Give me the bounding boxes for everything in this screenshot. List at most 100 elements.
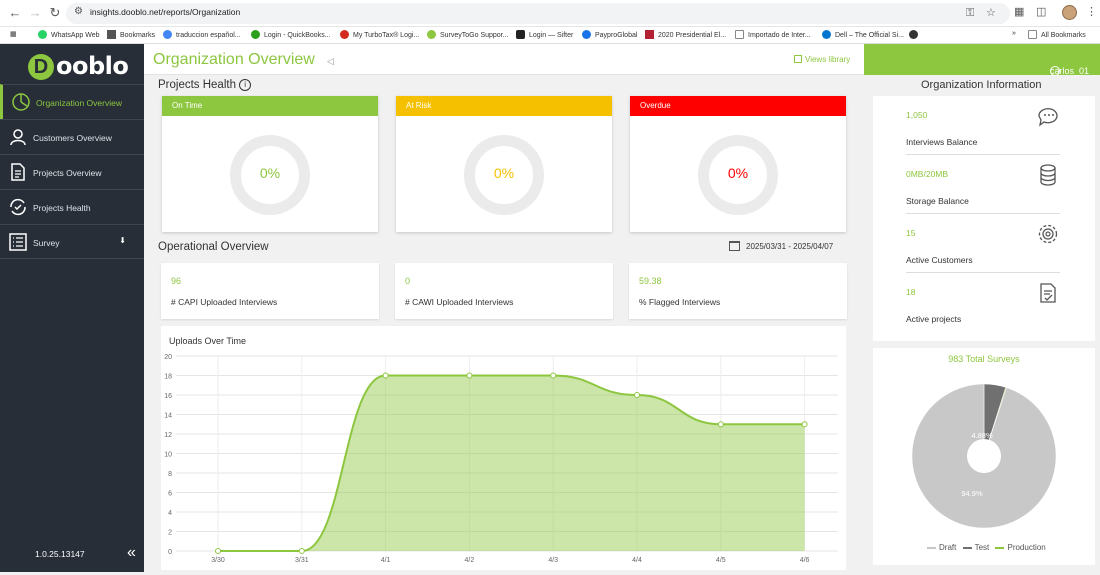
on-time-value: 0% (259, 165, 281, 181)
dooblo-logo[interactable]: D ooblo (28, 52, 129, 82)
sidebar-item-organization-overview[interactable]: Organization Overview (0, 84, 144, 119)
legend-item-draft[interactable]: Draft (923, 543, 956, 552)
bookmark-item[interactable]: SurveyToGo Suppor... (427, 30, 508, 39)
surveys-pie-card: 983 Total Surveys 4.88% 94.9% Draft Test … (873, 348, 1095, 565)
storage-balance-item: 0MB/20MB Storage Balance (906, 155, 1060, 214)
globe-icon (909, 30, 918, 39)
bookmark-item[interactable] (909, 30, 922, 39)
chart-title: Uploads Over Time (169, 336, 246, 346)
x-tick-label: 4/5 (716, 557, 726, 564)
card-header: Overdue (630, 96, 846, 116)
paypro-icon (582, 30, 591, 39)
org-info-card: 1,050 Interviews Balance 0MB/20MB Storag… (873, 96, 1095, 341)
logo-text: ooblo (56, 52, 129, 80)
turbotax-icon (340, 30, 349, 39)
x-tick-label: 4/4 (632, 557, 642, 564)
x-tick-label: 4/6 (800, 557, 810, 564)
sidebar-item-label: Customers Overview (33, 133, 112, 143)
bookmark-item[interactable]: PayproGlobal (582, 30, 637, 39)
all-bookmarks[interactable]: All Bookmarks (1028, 30, 1086, 39)
key-icon[interactable]: ⚿ (966, 7, 974, 20)
data-point[interactable] (801, 421, 808, 428)
collapse-sidebar-icon[interactable]: « (127, 544, 136, 562)
more-bookmarks-icon[interactable]: » (1012, 30, 1016, 37)
legend-swatch (927, 546, 936, 549)
bookmarks-bar: ▦ WhatsApp Web Bookmarks traduccion espa… (0, 27, 1100, 44)
bookmark-item[interactable]: My TurboTax® Logi... (340, 30, 419, 39)
stat-label: # CAWI Uploaded Interviews (405, 297, 514, 307)
page-title: Organization Overview (153, 51, 315, 68)
y-tick-label: 2 (168, 530, 172, 537)
bookmark-item[interactable]: WhatsApp Web (38, 30, 100, 39)
share-icon[interactable]: ◁ (327, 56, 334, 67)
views-library-link[interactable]: Views library (794, 55, 850, 64)
site-info-icon[interactable]: ⚙ (74, 6, 83, 17)
gear-icon (1038, 224, 1058, 244)
address-bar[interactable]: ⚙ insights.dooblo.net/reports/Organizati… (66, 3, 1010, 24)
y-tick-label: 8 (168, 471, 172, 478)
browser-toolbar: ← → ↻ ⚙ insights.dooblo.net/reports/Orga… (0, 0, 1100, 27)
stat-label: % Flagged Interviews (639, 297, 721, 307)
data-point[interactable] (466, 372, 473, 379)
date-range-text: 2025/03/31 - 2025/04/07 (746, 242, 834, 251)
back-icon[interactable]: ← (6, 4, 24, 22)
org-info-title: Organization Information (921, 79, 1042, 91)
legend-item-production[interactable]: Production (991, 543, 1046, 552)
bookmark-item[interactable]: Login — Sifter (516, 30, 573, 39)
operational-overview-title: Operational Overview (158, 241, 269, 253)
profile-avatar[interactable] (1062, 5, 1077, 20)
legend-item-test[interactable]: Test (959, 543, 989, 552)
extension-icon[interactable]: ▦ (1014, 5, 1024, 18)
url-text[interactable]: insights.dooblo.net/reports/Organization (90, 7, 240, 17)
data-point[interactable] (382, 372, 389, 379)
bookmark-item[interactable]: traduccion español... (163, 30, 241, 39)
quickbooks-icon (251, 30, 260, 39)
overdue-card: Overdue 0% (630, 96, 846, 232)
forward-icon[interactable]: → (26, 4, 44, 22)
pie-label-small: 4.88% (971, 431, 993, 440)
bookmark-item[interactable]: Dell – The Official Si... (822, 30, 904, 39)
list-icon (9, 233, 27, 251)
data-point[interactable] (717, 421, 724, 428)
pie-legend: Draft Test Production (923, 543, 1046, 552)
org-value: 18 (906, 287, 916, 297)
sidebar-item-customers-overview[interactable]: Customers Overview (0, 119, 144, 154)
sifter-icon (516, 30, 525, 39)
star-icon[interactable]: ☆ (986, 6, 996, 19)
bookmark-item[interactable]: Bookmarks (107, 30, 155, 39)
date-range-picker[interactable]: 2025/03/31 - 2025/04/07 (729, 241, 833, 251)
apps-icon[interactable]: ▦ (10, 30, 17, 38)
sidebar-item-survey[interactable]: Survey ⬇ (0, 224, 144, 259)
puzzle-icon[interactable]: ◫ (1036, 5, 1046, 18)
more-menu-icon[interactable]: ⋮ (1086, 5, 1097, 18)
capi-stat-card: 96 # CAPI Uploaded Interviews (161, 263, 379, 319)
caret-down-icon[interactable]: ⬇ (119, 236, 126, 245)
x-tick-label: 4/3 (548, 557, 558, 564)
info-icon[interactable]: i (239, 79, 252, 91)
bookmark-item[interactable]: 2020 Presidential El... (645, 30, 726, 39)
y-tick-label: 14 (164, 413, 172, 420)
data-point[interactable] (634, 392, 640, 398)
bookmark-item[interactable]: Login - QuickBooks... (251, 30, 331, 39)
data-point[interactable] (298, 548, 305, 554)
page-header: Organization Overview ◁ Views library ca… (144, 44, 1100, 76)
bookmark-item[interactable]: Importado de Inter... (735, 30, 811, 39)
pie-icon (12, 93, 30, 111)
reload-icon[interactable]: ↻ (46, 4, 64, 22)
folder-icon (1028, 30, 1037, 39)
data-point[interactable] (550, 372, 557, 379)
sidebar-item-projects-health[interactable]: Projects Health (0, 189, 144, 224)
y-tick-label: 12 (164, 432, 172, 439)
sidebar-item-projects-overview[interactable]: Projects Overview (0, 154, 144, 189)
google-icon (163, 30, 172, 39)
sidebar-item-label: Projects Health (33, 203, 91, 213)
data-point[interactable] (215, 548, 221, 554)
y-tick-label: 6 (168, 491, 172, 498)
y-tick-label: 4 (168, 510, 172, 517)
sidebar-item-label: Projects Overview (33, 168, 102, 178)
views-library-label: Views library (805, 55, 851, 64)
stat-label: # CAPI Uploaded Interviews (171, 297, 278, 307)
user-menu[interactable]: carlos_01 (864, 44, 1100, 76)
uploads-chart-card: Uploads Over Time 0 2 4 6 8 10 12 14 16 18 20 3/30 3/… (161, 326, 846, 570)
sidebar-item-label: Organization Overview (36, 98, 122, 108)
